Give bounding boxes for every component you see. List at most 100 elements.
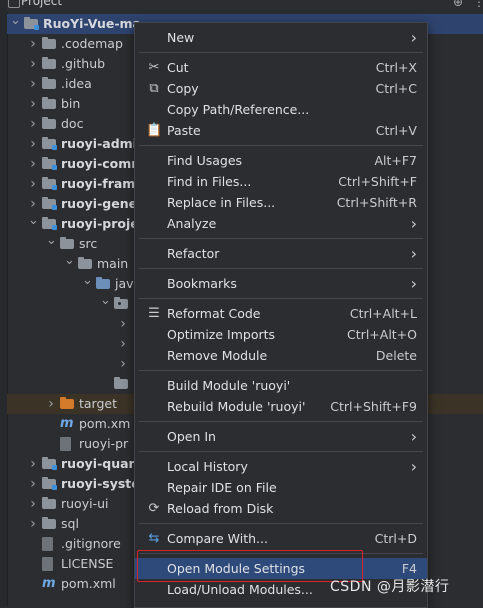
menu-item-reload-from-disk[interactable]: ⟳ Reload from Disk xyxy=(135,498,427,519)
maven-icon: m xyxy=(42,576,56,591)
tree-item-label: .github xyxy=(61,56,106,71)
tree-item-label: RuoYi-Vue-ma xyxy=(43,16,141,31)
tree-item-label: LICENSE xyxy=(61,556,114,571)
chevron-right-icon[interactable]: › xyxy=(28,34,38,54)
chevron-right-icon[interactable]: › xyxy=(118,334,128,354)
tree-item-label: ruoyi-pr xyxy=(79,436,129,451)
menu-item-compare-with[interactable]: ⇆ Compare With... Ctrl+D xyxy=(135,528,427,549)
menu-item-label: Copy Path/Reference... xyxy=(167,102,310,117)
shortcut-label: Ctrl+C xyxy=(375,81,417,96)
menu-item-local-history[interactable]: Local History › xyxy=(135,456,427,477)
menu-item-label: Optimize Imports xyxy=(167,327,276,342)
tree-item-label: jav xyxy=(115,276,134,291)
module-folder-icon xyxy=(24,17,39,30)
chevron-right-icon[interactable]: › xyxy=(28,54,38,74)
more-icon[interactable]: ⋮ xyxy=(473,0,483,9)
tree-item-label: ruoyi-ui xyxy=(61,496,109,511)
tree-item-label: ruoyi-syste xyxy=(61,476,140,491)
chevron-down-icon[interactable]: ⌄ xyxy=(82,271,93,291)
menu-item-label: Replace in Files... xyxy=(167,195,276,210)
tree-item-label: sql xyxy=(61,516,79,531)
file-icon xyxy=(60,437,71,451)
source-folder-icon xyxy=(96,277,110,289)
menu-item-analyze[interactable]: Analyze › xyxy=(135,213,427,234)
chevron-right-icon[interactable]: › xyxy=(118,354,128,374)
locate-icon[interactable]: ⊕ xyxy=(453,0,467,9)
menu-item-new[interactable]: New › xyxy=(135,27,427,48)
tree-item-label: main xyxy=(97,256,129,271)
menu-item-label: Compare With... xyxy=(167,531,268,546)
watermark: CSDN @月影潜行 xyxy=(330,579,450,595)
shortcut-label: Ctrl+X xyxy=(375,60,417,75)
chevron-right-icon[interactable]: › xyxy=(28,174,38,194)
tree-item-label: ruoyi-quar xyxy=(61,456,135,471)
tree-item-label: .gitignore xyxy=(61,536,121,551)
submenu-arrow-icon: › xyxy=(410,457,417,476)
project-panel-title[interactable]: Project xyxy=(21,0,62,8)
menu-item-label: Repair IDE on File xyxy=(167,480,277,495)
menu-item-repair-ide-on-file[interactable]: Repair IDE on File xyxy=(135,477,427,498)
menu-item-optimize-imports[interactable]: Optimize Imports Ctrl+Alt+O xyxy=(135,324,427,345)
menu-separator xyxy=(139,421,423,422)
menu-item-paste[interactable]: 📋 Paste Ctrl+V xyxy=(135,120,427,141)
paste-icon: 📋 xyxy=(146,123,163,138)
reload-icon: ⟳ xyxy=(148,501,160,516)
file-icon xyxy=(42,537,53,551)
shortcut-label: Ctrl+Shift+F9 xyxy=(330,399,417,414)
folder-icon xyxy=(114,377,128,389)
menu-separator xyxy=(139,370,423,371)
submenu-arrow-icon: › xyxy=(410,427,417,446)
menu-item-rebuild-module-ruoyi[interactable]: Rebuild Module 'ruoyi' Ctrl+Shift+F9 xyxy=(135,396,427,417)
chevron-right-icon[interactable]: › xyxy=(28,494,38,514)
menu-item-reformat-code[interactable]: ☰ Reformat Code Ctrl+Alt+L xyxy=(135,303,427,324)
chevron-down-icon[interactable]: ⌄ xyxy=(64,251,75,271)
module-folder-icon xyxy=(42,137,57,150)
submenu-arrow-icon: › xyxy=(410,274,417,293)
chevron-down-icon[interactable]: ⌄ xyxy=(28,211,39,231)
chevron-down-icon[interactable]: ⌄ xyxy=(46,231,57,251)
menu-item-copy[interactable]: ⧉ Copy Ctrl+C xyxy=(135,78,427,99)
copy-icon: ⧉ xyxy=(149,81,159,96)
tree-item-label: ruoyi-fram xyxy=(61,176,136,191)
tree-item-label: ruoyi-gene xyxy=(61,196,138,211)
menu-item-cut[interactable]: ✂ Cut Ctrl+X xyxy=(135,57,427,78)
chevron-right-icon[interactable]: › xyxy=(28,134,38,154)
menu-separator xyxy=(139,298,423,299)
menu-item-find-usages[interactable]: Find Usages Alt+F7 xyxy=(135,150,427,171)
submenu-arrow-icon: › xyxy=(410,214,417,233)
folder-icon xyxy=(42,77,56,89)
submenu-arrow-icon: › xyxy=(410,28,417,47)
menu-item-open-in[interactable]: Open In › xyxy=(135,426,427,447)
menu-item-find-in-files[interactable]: Find in Files... Ctrl+Shift+F xyxy=(135,171,427,192)
menu-item-label: Local History xyxy=(167,459,248,474)
chevron-right-icon[interactable]: › xyxy=(28,154,38,174)
chevron-right-icon[interactable]: › xyxy=(118,314,128,334)
menu-separator xyxy=(139,268,423,269)
menu-item-label: Analyze xyxy=(167,216,217,231)
chevron-right-icon[interactable]: › xyxy=(28,74,38,94)
menu-item-bookmarks[interactable]: Bookmarks › xyxy=(135,273,427,294)
menu-item-label: Reload from Disk xyxy=(167,501,274,516)
folder-icon xyxy=(42,97,56,109)
maven-icon: m xyxy=(60,416,74,431)
menu-item-label: Remove Module xyxy=(167,348,268,363)
chevron-down-icon[interactable]: ⌄ xyxy=(10,11,21,31)
menu-item-label: Reformat Code xyxy=(167,306,261,321)
menu-item-refactor[interactable]: Refactor › xyxy=(135,243,427,264)
chevron-right-icon[interactable]: › xyxy=(28,114,38,134)
chevron-right-icon[interactable]: › xyxy=(28,474,38,494)
menu-item-copy-path-reference[interactable]: Copy Path/Reference... xyxy=(135,99,427,120)
chevron-right-icon[interactable]: › xyxy=(28,514,38,534)
menu-item-label: Build Module 'ruoyi' xyxy=(167,378,291,393)
tree-item-label: ruoyi-proje xyxy=(61,216,139,231)
menu-item-replace-in-files[interactable]: Replace in Files... Ctrl+Shift+R xyxy=(135,192,427,213)
chevron-right-icon[interactable]: › xyxy=(28,94,38,114)
chevron-down-icon[interactable]: ⌄ xyxy=(100,291,111,311)
menu-separator xyxy=(139,238,423,239)
menu-item-remove-module[interactable]: Remove Module Delete xyxy=(135,345,427,366)
chevron-right-icon[interactable]: › xyxy=(28,454,38,474)
chevron-right-icon[interactable]: › xyxy=(46,394,56,414)
folder-icon xyxy=(42,37,56,49)
tree-item-label: pom.xm xyxy=(79,416,131,431)
menu-item-build-module-ruoyi[interactable]: Build Module 'ruoyi' xyxy=(135,375,427,396)
